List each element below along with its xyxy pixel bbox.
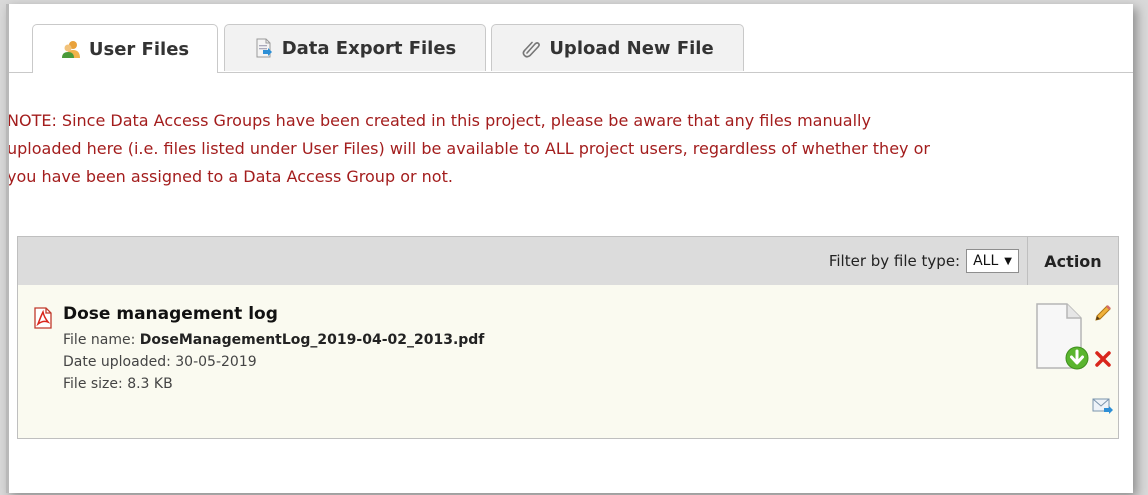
date-uploaded-line: Date uploaded: 30-05-2019 [63, 354, 257, 370]
tab-data-export-files[interactable]: Data Export Files [224, 24, 486, 71]
user-files-table: Filter by file type: ALL ▼ Action Dose m… [17, 236, 1119, 439]
action-column-header: Action [1044, 251, 1102, 271]
file-size-value: 8.3 KB [127, 376, 173, 392]
file-name-line: File name: DoseManagementLog_2019-04-02_… [63, 332, 484, 348]
tab-bar: User Files Data Export Files Upload New … [9, 4, 1133, 73]
download-file-icon[interactable] [1033, 302, 1091, 376]
paperclip-icon [521, 38, 541, 58]
file-name-value: DoseManagementLog_2019-04-02_2013.pdf [139, 332, 485, 348]
users-icon [61, 39, 81, 59]
file-type-filter: Filter by file type: ALL ▼ [829, 249, 1019, 273]
email-icon[interactable] [1092, 397, 1114, 419]
table-header: Filter by file type: ALL ▼ Action [18, 237, 1118, 286]
file-type-select[interactable]: ALL ▼ [966, 249, 1019, 273]
pdf-file-icon [32, 307, 54, 333]
file-repository-panel: User Files Data Export Files Upload New … [6, 4, 1133, 493]
file-size-label: File size: [63, 376, 123, 392]
tab-data-export-files-label: Data Export Files [281, 37, 457, 59]
file-title[interactable]: Dose management log [63, 304, 278, 324]
date-uploaded-label: Date uploaded: [63, 354, 171, 370]
pencil-icon[interactable] [1093, 303, 1113, 327]
table-row: Dose management log File name: DoseManag… [18, 285, 1118, 438]
tab-upload-new-file[interactable]: Upload New File [491, 24, 744, 71]
tab-user-files-label: User Files [88, 38, 190, 60]
delete-icon[interactable] [1095, 351, 1111, 371]
dag-notice-line-1: NOTE: Since Data Access Groups have been… [7, 111, 871, 130]
file-type-select-value: ALL [973, 253, 999, 269]
dropdown-arrow-icon: ▼ [1004, 255, 1012, 267]
tab-upload-new-file-label: Upload New File [549, 37, 714, 59]
dag-notice: NOTE: Since Data Access Groups have been… [9, 107, 1119, 191]
file-name-label: File name: [63, 332, 136, 348]
dag-notice-line-2: uploaded here (i.e. files listed under U… [7, 139, 930, 158]
dag-notice-line-3: you have been assigned to a Data Access … [7, 167, 453, 186]
date-uploaded-value: 30-05-2019 [175, 354, 257, 370]
file-size-line: File size: 8.3 KB [63, 376, 173, 392]
export-file-icon [254, 38, 274, 58]
filter-label: Filter by file type: [828, 252, 961, 270]
tab-user-files[interactable]: User Files [32, 24, 218, 73]
